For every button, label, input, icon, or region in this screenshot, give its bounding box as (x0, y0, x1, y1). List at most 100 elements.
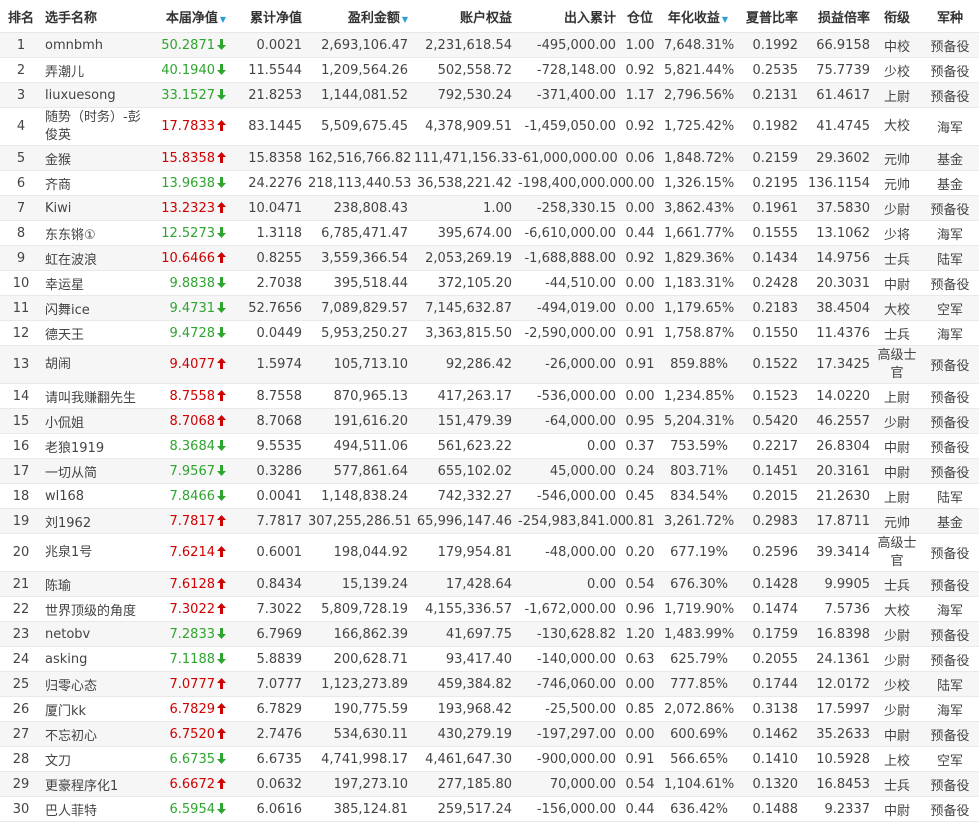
cell-name-text[interactable]: Kiwi (45, 201, 71, 216)
cell-name[interactable]: 更豪程序化1 (42, 771, 149, 797)
cell-name[interactable]: 胡闹 (42, 345, 149, 384)
table-row[interactable]: 17 一切从简 7.9567 0.3286 577,861.64 655,102.02 45… (0, 458, 979, 484)
cell-name[interactable]: Kiwi (42, 195, 149, 221)
cell-name-text[interactable]: 一切从简 (45, 466, 97, 481)
cell-name-text[interactable]: 东东锵① (45, 228, 96, 243)
table-row[interactable]: 23 netobv 7.2833 6.7969 166,862.39 41,697.75 -… (0, 621, 979, 647)
table-row[interactable]: 12 德天王 9.4728 0.0449 5,953,250.27 3,363,815.5… (0, 320, 979, 346)
cell-name-text[interactable]: 胡闹 (45, 357, 71, 372)
col-rank-header[interactable]: 排名 (0, 0, 42, 33)
cell-name[interactable]: 厦门kk (42, 696, 149, 722)
table-row[interactable]: 14 请叫我赚翻先生 8.7558 8.7558 870,965.13 417,263.1… (0, 383, 979, 409)
cell-name[interactable]: 一切从简 (42, 458, 149, 484)
cell-name-text[interactable]: 幸运星 (45, 278, 84, 293)
cell-name-text[interactable]: 陈瑜 (45, 579, 71, 594)
table-row[interactable]: 18 wl168 7.8466 0.0041 1,148,838.24 742,332.2… (0, 483, 979, 509)
cell-name[interactable]: 金猴 (42, 145, 149, 171)
cell-name[interactable]: 闪舞ice (42, 295, 149, 321)
table-row[interactable]: 7 Kiwi 13.2323 10.0471 238,808.43 1.00 -258,33… (0, 195, 979, 221)
col-equity-header[interactable]: 账户权益 (411, 0, 515, 33)
table-row[interactable]: 1 omnbmh 50.2871 0.0021 2,693,106.47 2,231,61… (0, 32, 979, 58)
cell-name[interactable]: netobv (42, 621, 149, 647)
cell-name[interactable]: 幸运星 (42, 270, 149, 296)
cell-name-text[interactable]: asking (45, 652, 87, 667)
cell-name[interactable]: 兆泉1号 (42, 533, 149, 572)
cell-name[interactable]: 虹在波浪 (42, 245, 149, 271)
cell-name[interactable]: liuxuesong (42, 82, 149, 108)
cell-name[interactable]: 弄潮儿 (42, 57, 149, 83)
cell-name-text[interactable]: 老狼1919 (45, 441, 104, 456)
cell-name-text[interactable]: 刘1962 (45, 516, 91, 531)
cell-name[interactable]: 随势（时务）-彭俊英 (42, 107, 149, 146)
cell-name-text[interactable]: 德天王 (45, 328, 84, 343)
col-nav-header[interactable]: 本届净值 ▼ (149, 0, 229, 33)
col-title-header[interactable]: 衔级 (873, 0, 921, 33)
cell-name-text[interactable]: 小侃姐 (45, 416, 84, 431)
table-row[interactable]: 30 巴人菲特 6.5954 6.0616 385,124.81 259,517.24 -1… (0, 796, 979, 822)
cell-name[interactable]: 不忘初心 (42, 721, 149, 747)
cell-name[interactable]: wl168 (42, 483, 149, 509)
cell-name-text[interactable]: 归零心态 (45, 679, 97, 694)
col-name-header[interactable]: 选手名称 (42, 0, 149, 33)
table-row[interactable]: 20 兆泉1号 7.6214 0.6001 198,044.92 179,954.81 -4… (0, 533, 979, 572)
col-cum-nav-header[interactable]: 累计净值 (229, 0, 305, 33)
cell-name[interactable]: omnbmh (42, 32, 149, 58)
cell-name[interactable]: 请叫我赚翻先生 (42, 383, 149, 409)
table-row[interactable]: 21 陈瑜 7.6128 0.8434 15,139.24 17,428.64 0.00 0.… (0, 571, 979, 597)
table-row[interactable]: 4 随势（时务）-彭俊英 17.7833 83.1445 5,509,675.45 4,3… (0, 107, 979, 146)
cell-name-text[interactable]: liuxuesong (45, 88, 116, 103)
cell-name-text[interactable]: 厦门kk (45, 704, 86, 719)
cell-name[interactable]: 刘1962 (42, 508, 149, 534)
cell-name[interactable]: 东东锵① (42, 220, 149, 246)
col-sharpe-header[interactable]: 夏普比率 (731, 0, 801, 33)
cell-name-text[interactable]: 弄潮儿 (45, 65, 84, 80)
col-profit-header[interactable]: 盈利金额 ▼ (305, 0, 411, 33)
table-row[interactable]: 25 归零心态 7.0777 7.0777 1,123,273.89 459,384.82… (0, 671, 979, 697)
cell-name-text[interactable]: 巴人菲特 (45, 804, 97, 819)
cell-name[interactable]: 小侃姐 (42, 408, 149, 434)
table-row[interactable]: 9 虹在波浪 10.6466 0.8255 3,559,366.54 2,053,269.… (0, 245, 979, 271)
table-row[interactable]: 24 asking 7.1188 5.8839 200,628.71 93,417.40 -… (0, 646, 979, 672)
table-row[interactable]: 26 厦门kk 6.7829 6.7829 190,775.59 193,968.42 -2… (0, 696, 979, 722)
cell-name[interactable]: 文刀 (42, 746, 149, 772)
table-row[interactable]: 15 小侃姐 8.7068 8.7068 191,616.20 151,479.39 -64… (0, 408, 979, 434)
cell-name-text[interactable]: wl168 (45, 489, 84, 504)
cell-name-text[interactable]: 文刀 (45, 754, 71, 769)
cell-name[interactable]: 世界顶级的角度 (42, 596, 149, 622)
cell-name-text[interactable]: 金猴 (45, 153, 71, 168)
table-row[interactable]: 8 东东锵① 12.5273 1.3118 6,785,471.47 395,674.00… (0, 220, 979, 246)
table-row[interactable]: 19 刘1962 7.7817 7.7817 307,255,286.51 65,996,… (0, 508, 979, 534)
table-row[interactable]: 16 老狼1919 8.3684 9.5535 494,511.06 561,623.22… (0, 433, 979, 459)
cell-name-text[interactable]: netobv (45, 627, 90, 642)
cell-name-text[interactable]: 虹在波浪 (45, 253, 97, 268)
cell-name-text[interactable]: 兆泉1号 (45, 545, 92, 560)
cell-name-text[interactable]: 请叫我赚翻先生 (45, 391, 136, 406)
cell-name[interactable]: 齐商 (42, 170, 149, 196)
col-annual-header[interactable]: 年化收益 ▼ (661, 0, 731, 33)
cell-name[interactable]: asking (42, 646, 149, 672)
col-position-header[interactable]: 仓位 (619, 0, 661, 33)
col-branch-header[interactable]: 军种 (921, 0, 979, 33)
table-row[interactable]: 22 世界顶级的角度 7.3022 7.3022 5,809,728.19 4,155,3… (0, 596, 979, 622)
col-flow-header[interactable]: 出入累计 (515, 0, 619, 33)
col-pl-ratio-header[interactable]: 损益倍率 (801, 0, 873, 33)
cell-name-text[interactable]: 齐商 (45, 178, 71, 193)
table-row[interactable]: 13 胡闹 9.4077 1.5974 105,713.10 92,286.42 -26,0… (0, 345, 979, 384)
table-row[interactable]: 27 不忘初心 6.7520 2.7476 534,630.11 430,279.19 -1… (0, 721, 979, 747)
cell-name[interactable]: 陈瑜 (42, 571, 149, 597)
table-row[interactable]: 3 liuxuesong 33.1527 21.8253 1,144,081.52 792… (0, 82, 979, 108)
table-row[interactable]: 28 文刀 6.6735 6.6735 4,741,998.17 4,461,647.30… (0, 746, 979, 772)
cell-name-text[interactable]: 更豪程序化1 (45, 779, 118, 794)
table-row[interactable]: 11 闪舞ice 9.4731 52.7656 7,089,829.57 7,145,63… (0, 295, 979, 321)
table-row[interactable]: 2 弄潮儿 40.1940 11.5544 1,209,564.26 502,558.72… (0, 57, 979, 83)
table-row[interactable]: 5 金猴 15.8358 15.8358 162,516,766.82 111,471,1… (0, 145, 979, 171)
cell-name[interactable]: 德天王 (42, 320, 149, 346)
cell-name[interactable]: 巴人菲特 (42, 796, 149, 822)
table-row[interactable]: 10 幸运星 9.8838 2.7038 395,518.44 372,105.20 -44… (0, 270, 979, 296)
cell-name-text[interactable]: 世界顶级的角度 (45, 604, 136, 619)
cell-name-text[interactable]: 闪舞ice (45, 303, 90, 318)
table-row[interactable]: 6 齐商 13.9638 24.2276 218,113,440.53 36,538,22… (0, 170, 979, 196)
table-row[interactable]: 29 更豪程序化1 6.6672 0.0632 197,273.10 277,185.80… (0, 771, 979, 797)
cell-name-text[interactable]: omnbmh (45, 38, 103, 53)
cell-name-text[interactable]: 不忘初心 (45, 729, 97, 744)
